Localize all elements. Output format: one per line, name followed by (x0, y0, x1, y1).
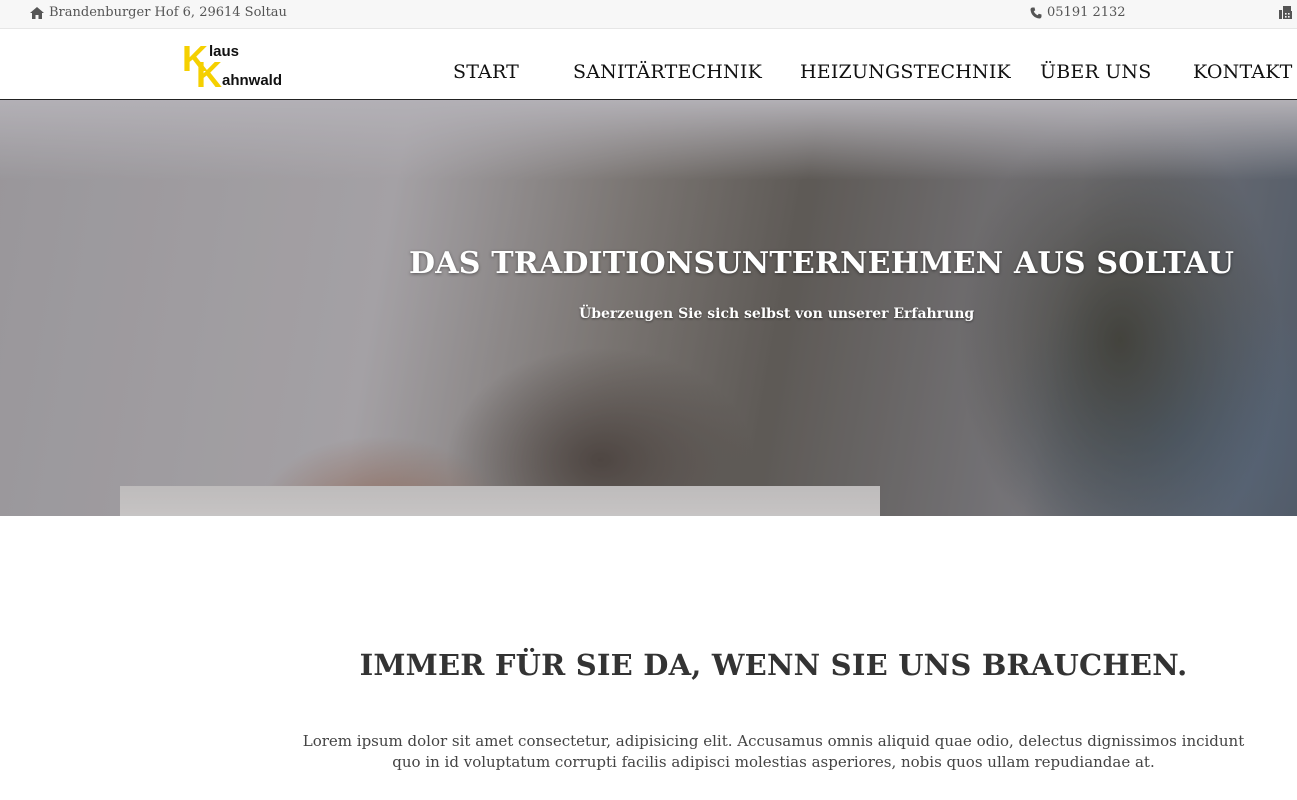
home-icon (30, 6, 44, 19)
hero-title: DAS TRADITIONSUNTERNEHMEN AUS SOLTAU (409, 246, 1235, 281)
intro-heading: IMMER FÜR SIE DA, WENN SIE UNS BRAUCHEN. (359, 648, 1188, 682)
nav-start[interactable]: START (453, 61, 519, 83)
nav-sanitaertechnik[interactable]: SANITÄRTECHNIK (573, 61, 762, 83)
hero-banner: DAS TRADITIONSUNTERNEHMEN AUS SOLTAU Übe… (0, 100, 1297, 516)
nav-kontakt[interactable]: KONTAKT (1193, 61, 1293, 83)
main-header: K laus K ahnwald START SANITÄRTECHNIK HE… (0, 29, 1297, 100)
phone-number: 05191 2132 (1047, 5, 1126, 20)
fax-icon (1279, 6, 1292, 23)
nav-ueber-uns[interactable]: ÜBER UNS (1040, 61, 1151, 83)
phone-info[interactable]: 05191 2132 (1030, 5, 1126, 20)
address-text: Brandenburger Hof 6, 29614 Soltau (49, 5, 287, 20)
top-info-bar: Brandenburger Hof 6, 29614 Soltau 05191 … (0, 0, 1297, 29)
intro-text: Lorem ipsum dolor sit amet consectetur, … (302, 732, 1245, 771)
hero-subtitle: Überzeugen Sie sich selbst von unserer E… (579, 306, 975, 322)
address-info: Brandenburger Hof 6, 29614 Soltau (30, 5, 287, 20)
nav-heizungstechnik[interactable]: HEIZUNGSTECHNIK (800, 61, 1011, 83)
phone-icon (1030, 7, 1042, 19)
company-logo[interactable]: K laus K ahnwald (182, 41, 312, 93)
